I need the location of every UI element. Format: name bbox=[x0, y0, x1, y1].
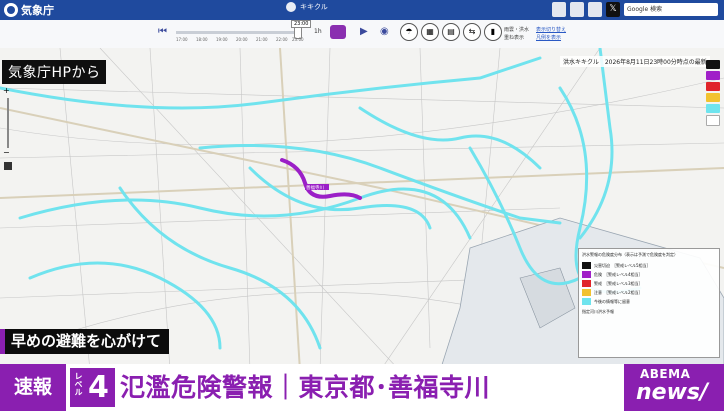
logo-text: 気象庁 bbox=[21, 4, 54, 17]
timeline-tick: 17:00 bbox=[176, 37, 188, 42]
latest-time-button[interactable] bbox=[330, 25, 346, 39]
jma-logo[interactable]: 気象庁 bbox=[4, 2, 54, 18]
legend-item: 危険 ［警戒レベル4相当］ bbox=[579, 270, 719, 279]
share-icon[interactable] bbox=[588, 2, 602, 17]
source-overlay: 気象庁HPから bbox=[2, 60, 107, 84]
legend-label: 警戒 ［警戒レベル3相当］ bbox=[594, 280, 643, 286]
play-icon[interactable]: ▶ bbox=[360, 26, 368, 37]
legend-label: 災害切迫 ［警戒レベル5相当］ bbox=[594, 262, 651, 268]
legend-title: 洪水警報の危険度分布（表示は予測で危険度を判定） bbox=[582, 252, 678, 257]
legend-item: 警戒 ［警戒レベル3相当］ bbox=[579, 279, 719, 288]
level-small-text: レベル bbox=[74, 372, 83, 396]
print-icon[interactable] bbox=[570, 2, 584, 17]
layer-toggle-5-icon[interactable]: ▮ bbox=[484, 23, 502, 41]
overlay-text-2: 重ね表示 bbox=[504, 35, 525, 41]
side-color-legend bbox=[706, 60, 720, 140]
layer-toggle-4-icon[interactable]: ⇆ bbox=[463, 23, 481, 41]
legend-label: 注意 ［警戒レベル2相当］ bbox=[594, 289, 643, 295]
breaking-label: 速報 bbox=[0, 364, 66, 411]
layer-toggle-1-icon[interactable]: ☂ bbox=[400, 23, 418, 41]
river-label: 善福寺川 bbox=[306, 184, 324, 191]
timeline-slider[interactable] bbox=[176, 31, 302, 34]
kikikuru-icon bbox=[286, 2, 296, 12]
x-social-icon[interactable]: 𝕏 bbox=[606, 2, 620, 17]
side-swatch-watch bbox=[706, 104, 720, 113]
zoom-track[interactable] bbox=[7, 98, 9, 148]
timeline-tick: 23:00 bbox=[292, 37, 304, 42]
legend-swatch bbox=[582, 271, 591, 278]
alert-level-badge: レベル 4 bbox=[70, 368, 115, 407]
legend-note: 指定河川洪水予報 bbox=[582, 309, 614, 314]
timeline-tick: 20:00 bbox=[236, 37, 248, 42]
switch-display-link[interactable]: 表示切り替え bbox=[536, 26, 566, 33]
headline-text: 氾濫危険警報｜東京都･善福寺川 bbox=[120, 373, 491, 402]
legend-swatch bbox=[582, 280, 591, 287]
legend-box: 洪水警報の危険度分布（表示は予測で危険度を判定） 災害切迫 ［警戒レベル5相当］… bbox=[578, 248, 720, 358]
side-swatch-none bbox=[706, 115, 720, 126]
layer-toggle-3-icon[interactable]: ▤ bbox=[442, 23, 460, 41]
legend-label: 危険 ［警戒レベル4相当］ bbox=[594, 271, 643, 277]
level-number: 4 bbox=[88, 370, 109, 405]
layers-icon[interactable] bbox=[4, 162, 12, 170]
timeline-tick: 19:00 bbox=[216, 37, 228, 42]
jma-logo-icon bbox=[4, 3, 18, 17]
zoom-control[interactable]: + − bbox=[3, 86, 13, 176]
current-time-label: 23:00 bbox=[291, 20, 312, 28]
offset-label: 1h bbox=[314, 28, 322, 35]
camera-icon[interactable]: ◉ bbox=[380, 26, 389, 37]
legend-label: 今後の情報等に留意 bbox=[594, 298, 630, 304]
legend-swatch bbox=[582, 289, 591, 296]
zoom-out-icon[interactable]: − bbox=[3, 148, 10, 157]
timeline-tick: 22:00 bbox=[276, 37, 288, 42]
side-swatch-level5 bbox=[706, 60, 720, 69]
legend-swatch bbox=[582, 298, 591, 305]
overlay-text-1: 雨雲・洪水 bbox=[504, 27, 530, 33]
legend-items: 災害切迫 ［警戒レベル5相当］ 危険 ［警戒レベル4相当］ 警戒 ［警戒レベル3相当… bbox=[579, 261, 719, 306]
abema-news-logo: ABEMA news/ bbox=[624, 364, 724, 411]
timeline-tick: 18:00 bbox=[196, 37, 208, 42]
legend-swatch bbox=[582, 262, 591, 269]
home-icon[interactable] bbox=[552, 2, 566, 17]
zenpukuji-river-danger[interactable] bbox=[280, 158, 362, 200]
kikikuru-title[interactable]: キキクル bbox=[286, 2, 328, 12]
search-input[interactable]: Google 検索 bbox=[624, 3, 718, 16]
skip-back-icon[interactable]: ⏮ bbox=[158, 26, 167, 37]
zoom-in-icon[interactable]: + bbox=[3, 86, 10, 95]
side-swatch-level2 bbox=[706, 93, 720, 102]
abema-bottom-text: news/ bbox=[636, 380, 709, 405]
legend-item: 注意 ［警戒レベル2相当］ bbox=[579, 288, 719, 297]
side-swatch-level4 bbox=[706, 71, 720, 80]
caption-bar: 早めの避難を心がけて bbox=[0, 329, 170, 354]
layer-toggle-2-icon[interactable]: ▦ bbox=[421, 23, 439, 41]
legend-item: 災害切迫 ［警戒レベル5相当］ bbox=[579, 261, 719, 270]
legend-item: 今後の情報等に留意 bbox=[579, 297, 719, 306]
timeline-tick: 21:00 bbox=[256, 37, 268, 42]
side-swatch-level3 bbox=[706, 82, 720, 91]
kikikuru-label: キキクル bbox=[300, 3, 328, 11]
show-legend-link[interactable]: 凡例を表示 bbox=[536, 34, 561, 41]
map-header-text: 洪水キキクル 2026年8月11日23時00分時点の最新 bbox=[560, 56, 710, 67]
abema-top-text: ABEMA bbox=[640, 367, 691, 381]
